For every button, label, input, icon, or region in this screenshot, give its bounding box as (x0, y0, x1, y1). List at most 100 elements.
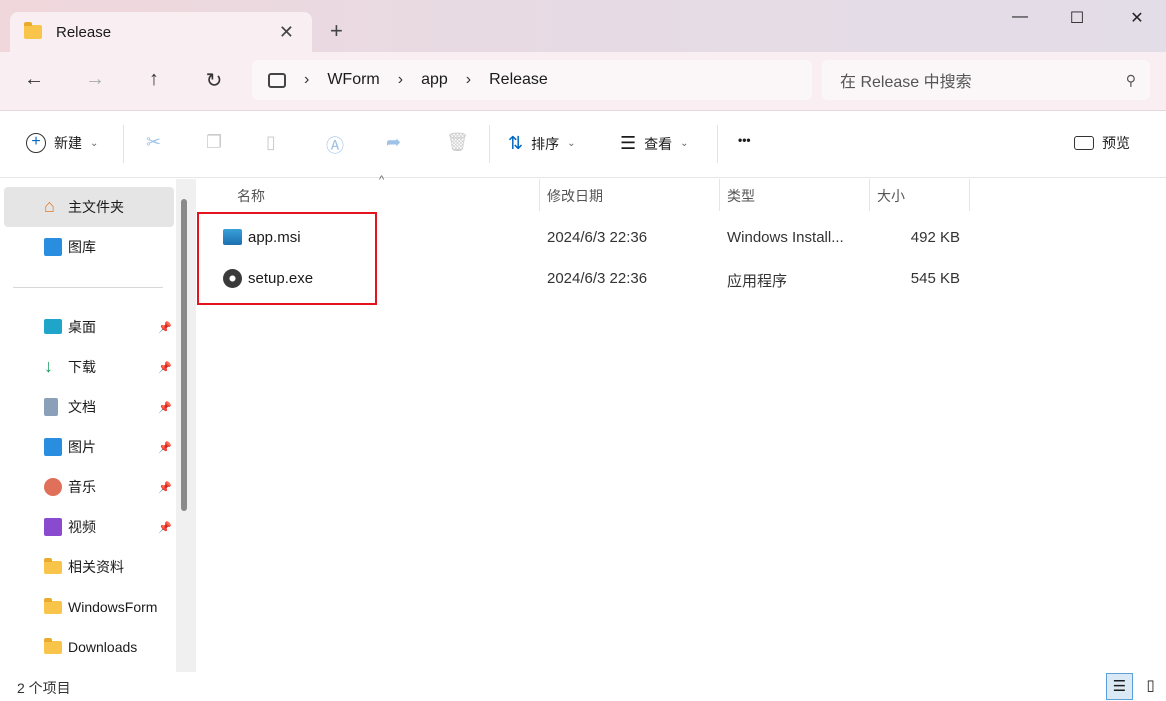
plus-circle-icon: + (26, 133, 46, 153)
search-icon: ⚲ (1125, 71, 1136, 88)
highlight-annotation (197, 212, 377, 305)
chevron-right-icon: › (397, 71, 404, 88)
up-button[interactable]: ↑ (142, 68, 166, 91)
command-bar (0, 110, 1166, 178)
sort-ascending-icon: ^ (379, 174, 385, 186)
view-button[interactable]: ☰ 查看 ⌄ (620, 133, 689, 154)
divider (13, 287, 163, 288)
column-header-type[interactable]: 类型 (727, 186, 755, 206)
divider (717, 125, 718, 163)
maximize-button[interactable]: ☐ (1062, 8, 1092, 32)
sidebar-item-folder[interactable]: 相关资料 (4, 547, 174, 587)
details-view-button[interactable]: ☰ (1106, 673, 1133, 700)
gallery-icon (44, 238, 62, 256)
pin-icon[interactable]: 📌 (158, 361, 172, 374)
tab-close-icon[interactable]: ✕ (279, 22, 294, 43)
refresh-button[interactable]: ↻ (202, 68, 226, 93)
sidebar-item-gallery[interactable]: 图库 (4, 227, 174, 267)
sidebar-item-label: 音乐 (68, 479, 96, 495)
sidebar-item-label: 图片 (68, 439, 96, 455)
column-divider[interactable] (969, 179, 970, 211)
sidebar-item-folder[interactable]: WindowsForm (4, 587, 174, 627)
paste-icon[interactable]: ▯ (266, 132, 276, 153)
file-type: Windows Install... (727, 229, 844, 246)
sidebar-item-label: 主文件夹 (68, 199, 124, 215)
copy-icon[interactable]: ❐ (206, 132, 222, 153)
new-button[interactable]: + 新建 ⌄ (26, 133, 98, 153)
pin-icon[interactable]: 📌 (158, 401, 172, 414)
back-button[interactable]: ← (22, 68, 46, 91)
share-icon[interactable]: ➦ (386, 132, 401, 153)
new-tab-button[interactable]: + (330, 18, 343, 44)
preview-pane-icon (1074, 136, 1094, 150)
document-icon (44, 398, 58, 416)
pin-icon[interactable]: 📌 (158, 521, 172, 534)
computer-icon (268, 72, 286, 88)
pin-icon[interactable]: 📌 (158, 321, 172, 334)
item-count: 2 个项目 (17, 680, 71, 696)
tiles-view-button[interactable]: ▯ (1137, 673, 1164, 700)
music-icon (44, 478, 62, 496)
home-icon: ⌂ (44, 196, 55, 216)
breadcrumb-item[interactable]: WForm (327, 71, 379, 89)
sidebar-item-folder[interactable]: Downloads (4, 627, 174, 667)
sidebar-item-music[interactable]: 音乐 📌 (4, 467, 174, 507)
breadcrumb-item[interactable]: app (421, 71, 448, 89)
rename-icon[interactable]: Ⓐ (326, 132, 344, 158)
sidebar-item-label: 图库 (68, 239, 96, 255)
sidebar-item-label: 下载 (68, 359, 96, 375)
sidebar-item-label: 文档 (68, 399, 96, 415)
file-date: 2024/6/3 22:36 (547, 229, 648, 246)
sidebar-item-videos[interactable]: 视频 📌 (4, 507, 174, 547)
sort-button[interactable]: ⇅ 排序 ⌄ (508, 133, 575, 154)
preview-button[interactable]: 预览 (1074, 133, 1130, 153)
sidebar-item-desktop[interactable]: 桌面 📌 (4, 307, 174, 347)
search-placeholder: 在 Release 中搜索 (840, 74, 972, 91)
new-label: 新建 (54, 135, 82, 151)
download-icon: ↓ (44, 356, 53, 376)
column-divider[interactable] (719, 179, 720, 211)
sidebar-item-label: 视频 (68, 519, 96, 535)
tab-title: Release (56, 23, 112, 41)
pictures-icon (44, 438, 62, 456)
view-icon: ☰ (620, 133, 637, 153)
column-header-size[interactable]: 大小 (877, 186, 905, 206)
pin-icon[interactable]: 📌 (158, 441, 172, 454)
column-header-name[interactable]: 名称 (237, 186, 265, 206)
more-button[interactable]: ••• (738, 133, 751, 147)
video-icon (44, 518, 62, 536)
file-date: 2024/6/3 22:36 (547, 270, 648, 287)
chevron-right-icon: › (465, 71, 472, 88)
file-size: 545 KB (910, 270, 960, 287)
delete-icon[interactable]: 🗑 (446, 132, 469, 153)
view-label: 查看 (644, 135, 673, 152)
pin-icon[interactable]: 📌 (158, 481, 172, 494)
sidebar-item-label: WindowsForm (68, 599, 158, 615)
preview-label: 预览 (1102, 135, 1130, 151)
desktop-icon (44, 319, 62, 334)
folder-icon (24, 22, 42, 39)
breadcrumb-item[interactable]: Release (489, 71, 548, 89)
folder-icon (44, 638, 62, 654)
close-window-button[interactable]: ✕ (1122, 8, 1152, 32)
divider (489, 125, 490, 163)
address-bar[interactable]: › WForm › app › Release (252, 60, 812, 100)
column-divider[interactable] (539, 179, 540, 211)
scrollbar-thumb[interactable] (181, 199, 187, 511)
chevron-right-icon: › (304, 71, 310, 88)
chevron-down-icon: ⌄ (680, 138, 689, 149)
column-divider[interactable] (869, 179, 870, 211)
search-input[interactable]: 在 Release 中搜索 ⚲ (822, 60, 1150, 100)
sidebar-item-label: Downloads (68, 639, 138, 655)
sidebar-item-documents[interactable]: 文档 📌 (4, 387, 174, 427)
minimize-button[interactable]: — (1005, 8, 1035, 32)
tab-release[interactable]: Release ✕ (10, 12, 312, 52)
sidebar-item-downloads[interactable]: ↓ 下载 📌 (4, 347, 174, 387)
forward-button[interactable]: → (83, 68, 107, 91)
folder-icon (44, 558, 62, 574)
sort-icon: ⇅ (508, 133, 524, 153)
column-header-date[interactable]: 修改日期 (547, 186, 603, 206)
sidebar-item-pictures[interactable]: 图片 📌 (4, 427, 174, 467)
cut-icon[interactable]: ✂ (146, 132, 161, 153)
sidebar-item-home[interactable]: ⌂ 主文件夹 (4, 187, 174, 227)
